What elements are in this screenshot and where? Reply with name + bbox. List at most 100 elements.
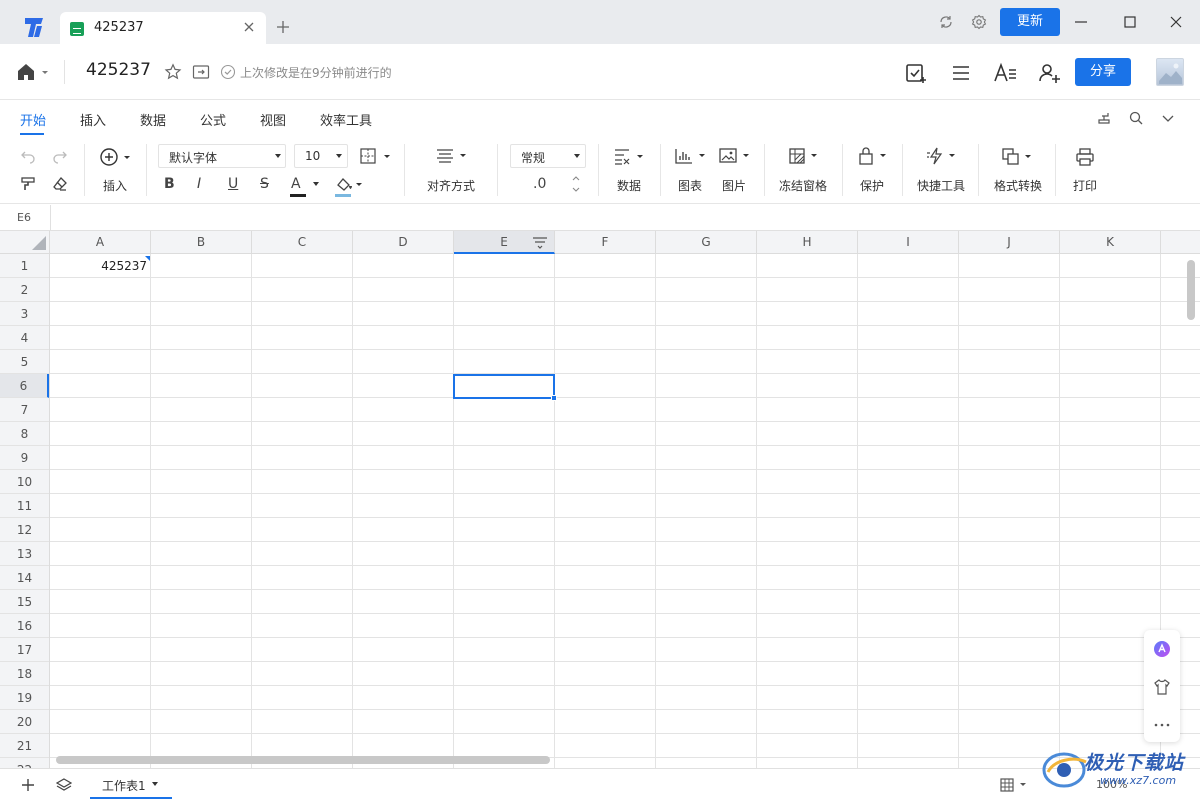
new-tab-icon[interactable]	[276, 20, 290, 34]
update-button[interactable]: 更新	[1000, 8, 1060, 36]
chevron-down-icon[interactable]	[152, 782, 158, 786]
minimize-icon[interactable]	[1074, 15, 1088, 29]
undo-icon[interactable]	[20, 148, 36, 164]
row-header-14[interactable]: 14	[0, 566, 49, 590]
row-header-6[interactable]: 6	[0, 374, 49, 398]
insert-plus-icon[interactable]	[99, 147, 133, 167]
row-header-1[interactable]: 1	[0, 254, 49, 278]
column-header-c[interactable]: C	[252, 231, 353, 254]
horizontal-scrollbar[interactable]	[56, 756, 550, 764]
column-header-h[interactable]: H	[757, 231, 858, 254]
selected-cell[interactable]	[453, 374, 555, 399]
document-title[interactable]: 425237	[86, 60, 151, 80]
row-header-8[interactable]: 8	[0, 422, 49, 446]
add-sheet-icon[interactable]	[21, 778, 35, 792]
cell-a1[interactable]: 425237	[50, 254, 150, 278]
column-header-f[interactable]: F	[555, 231, 656, 254]
close-window-icon[interactable]	[1169, 15, 1183, 29]
ai-assistant-icon[interactable]	[1153, 640, 1171, 658]
column-header-j[interactable]: J	[959, 231, 1060, 254]
brush-format-icon[interactable]	[1096, 110, 1112, 126]
fill-handle[interactable]	[551, 395, 557, 401]
column-header-a[interactable]: A	[50, 231, 151, 254]
row-header-19[interactable]: 19	[0, 686, 49, 710]
column-header-b[interactable]: B	[151, 231, 252, 254]
font-family-select[interactable]: 默认字体	[158, 144, 286, 168]
chart-icon[interactable]	[675, 148, 709, 164]
underline-button[interactable]: U	[228, 176, 238, 192]
lock-icon[interactable]	[858, 147, 890, 165]
align-icon[interactable]	[436, 148, 468, 164]
row-header-9[interactable]: 9	[0, 446, 49, 470]
format-convert-icon[interactable]	[1002, 148, 1034, 166]
image-icon[interactable]	[719, 148, 753, 164]
font-color-button[interactable]: A	[290, 176, 320, 197]
sync-icon[interactable]	[938, 14, 954, 30]
freeze-panes-label[interactable]: 冻结窗格	[779, 177, 827, 194]
share-button[interactable]: 分享	[1075, 58, 1131, 86]
row-header-17[interactable]: 17	[0, 638, 49, 662]
quick-tools-icon[interactable]	[926, 147, 958, 165]
task-check-icon[interactable]	[904, 61, 928, 85]
document-tab[interactable]: 425237	[60, 12, 266, 44]
protect-label[interactable]: 保护	[860, 177, 884, 194]
layout-grid-icon[interactable]	[1000, 778, 1028, 792]
row-header-5[interactable]: 5	[0, 350, 49, 374]
sheet-tab[interactable]: 工作表1	[90, 769, 172, 799]
format-painter-icon[interactable]	[20, 176, 36, 192]
select-all-corner[interactable]	[0, 231, 50, 254]
row-header-15[interactable]: 15	[0, 590, 49, 614]
align-label[interactable]: 对齐方式	[427, 177, 475, 194]
row-header-16[interactable]: 16	[0, 614, 49, 638]
tab-data[interactable]: 数据	[140, 110, 166, 129]
row-header-22[interactable]: 22	[0, 758, 49, 768]
menu-icon[interactable]	[949, 61, 973, 85]
row-header-4[interactable]: 4	[0, 326, 49, 350]
decimal-stepper-icon[interactable]	[571, 174, 581, 194]
fill-color-icon[interactable]	[334, 176, 366, 198]
image-label[interactable]: 图片	[722, 177, 746, 194]
chevron-down-icon[interactable]	[1160, 110, 1176, 126]
borders-icon[interactable]	[360, 148, 392, 164]
tab-view[interactable]: 视图	[260, 110, 286, 129]
bold-button[interactable]: B	[164, 176, 175, 192]
tab-insert[interactable]: 插入	[80, 110, 106, 129]
skin-shirt-icon[interactable]	[1153, 678, 1171, 696]
tab-start[interactable]: 开始	[20, 110, 46, 129]
star-icon[interactable]	[164, 63, 182, 81]
search-icon[interactable]	[1128, 110, 1144, 126]
insert-label[interactable]: 插入	[103, 177, 127, 194]
row-header-2[interactable]: 2	[0, 278, 49, 302]
row-header-12[interactable]: 12	[0, 518, 49, 542]
sheet-list-icon[interactable]	[56, 777, 72, 793]
avatar[interactable]	[1156, 58, 1184, 86]
cell-reference[interactable]: E6	[17, 211, 31, 224]
italic-button[interactable]: I	[197, 176, 201, 192]
print-icon[interactable]	[1076, 148, 1094, 166]
row-header-21[interactable]: 21	[0, 734, 49, 758]
move-to-folder-icon[interactable]	[192, 64, 210, 80]
strikethrough-button[interactable]: S	[260, 176, 269, 192]
column-header-k[interactable]: K	[1060, 231, 1161, 254]
font-size-select[interactable]: 10	[294, 144, 348, 168]
row-header-11[interactable]: 11	[0, 494, 49, 518]
column-header-g[interactable]: G	[656, 231, 757, 254]
close-tab-icon[interactable]	[242, 20, 256, 34]
chart-label[interactable]: 图表	[678, 177, 702, 194]
vertical-scrollbar[interactable]	[1187, 260, 1195, 320]
column-filter-icon[interactable]	[532, 236, 548, 250]
gear-icon[interactable]	[971, 14, 987, 30]
quick-tools-label[interactable]: 快捷工具	[917, 177, 965, 194]
home-button[interactable]	[16, 62, 52, 82]
app-logo-icon[interactable]	[22, 15, 48, 39]
data-filter-icon[interactable]	[614, 148, 646, 166]
freeze-panes-icon[interactable]	[789, 148, 821, 164]
row-header-7[interactable]: 7	[0, 398, 49, 422]
more-icon[interactable]	[1153, 716, 1171, 734]
row-header-3[interactable]: 3	[0, 302, 49, 326]
row-header-18[interactable]: 18	[0, 662, 49, 686]
row-header-13[interactable]: 13	[0, 542, 49, 566]
redo-icon[interactable]	[52, 148, 68, 164]
text-style-icon[interactable]	[993, 61, 1017, 85]
add-collaborator-icon[interactable]	[1037, 61, 1061, 85]
